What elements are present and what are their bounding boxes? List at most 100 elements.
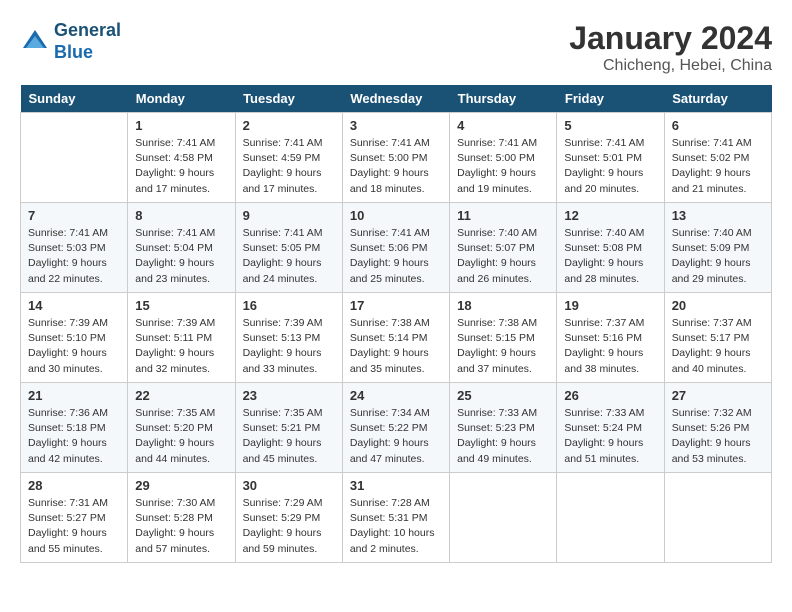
day-info: Sunrise: 7:37 AMSunset: 5:17 PMDaylight:… [672, 316, 764, 377]
day-info: Sunrise: 7:41 AMSunset: 5:05 PMDaylight:… [243, 226, 335, 287]
day-info: Sunrise: 7:28 AMSunset: 5:31 PMDaylight:… [350, 496, 442, 557]
day-number: 29 [135, 478, 227, 493]
day-header-monday: Monday [128, 85, 235, 113]
week-row-1: 1 Sunrise: 7:41 AMSunset: 4:58 PMDaylight… [21, 113, 772, 203]
day-header-wednesday: Wednesday [342, 85, 449, 113]
day-cell: 6Sunrise: 7:41 AMSunset: 5:02 PMDaylight… [664, 113, 771, 203]
day-cell: 29 Sunrise: 7:30 AMSunset: 5:28 PMDayligh… [128, 473, 235, 563]
day-info: Sunrise: 7:33 AMSunset: 5:24 PMDaylight:… [564, 406, 656, 467]
day-number: 31 [350, 478, 442, 493]
day-info: Sunrise: 7:39 AMSunset: 5:13 PMDaylight:… [243, 316, 335, 377]
calendar-table: SundayMondayTuesdayWednesdayThursdayFrid… [20, 85, 772, 563]
day-info: Sunrise: 7:38 AMSunset: 5:15 PMDaylight:… [457, 316, 549, 377]
day-number: 7 [28, 208, 120, 223]
header-row: SundayMondayTuesdayWednesdayThursdayFrid… [21, 85, 772, 113]
day-info: Sunrise: 7:36 AMSunset: 5:18 PMDaylight:… [28, 406, 120, 467]
day-cell [557, 473, 664, 563]
day-cell: 19 Sunrise: 7:37 AMSunset: 5:16 PMDayligh… [557, 293, 664, 383]
day-number: 30 [243, 478, 335, 493]
day-cell: 15Sunrise: 7:39 AMSunset: 5:11 PMDayligh… [128, 293, 235, 383]
day-cell: 9 Sunrise: 7:41 AMSunset: 5:05 PMDaylight… [235, 203, 342, 293]
day-cell: 28 Sunrise: 7:31 AMSunset: 5:27 PMDayligh… [21, 473, 128, 563]
day-number: 15 [135, 298, 227, 313]
day-number: 2 [243, 118, 335, 133]
day-cell: 31 Sunrise: 7:28 AMSunset: 5:31 PMDayligh… [342, 473, 449, 563]
day-cell: 21 Sunrise: 7:36 AMSunset: 5:18 PMDayligh… [21, 383, 128, 473]
day-cell: 1 Sunrise: 7:41 AMSunset: 4:58 PMDaylight… [128, 113, 235, 203]
day-number: 26 [564, 388, 656, 403]
day-cell [664, 473, 771, 563]
month-title: January 2024 [569, 20, 772, 57]
day-cell: 5Sunrise: 7:41 AMSunset: 5:01 PMDaylight… [557, 113, 664, 203]
day-cell: 20 Sunrise: 7:37 AMSunset: 5:17 PMDayligh… [664, 293, 771, 383]
day-cell: 18 Sunrise: 7:38 AMSunset: 5:15 PMDayligh… [450, 293, 557, 383]
week-row-5: 28 Sunrise: 7:31 AMSunset: 5:27 PMDayligh… [21, 473, 772, 563]
day-info: Sunrise: 7:41 AMSunset: 4:59 PMDaylight:… [243, 136, 335, 197]
day-cell: 27Sunrise: 7:32 AMSunset: 5:26 PMDayligh… [664, 383, 771, 473]
day-info: Sunrise: 7:35 AMSunset: 5:21 PMDaylight:… [243, 406, 335, 467]
day-number: 16 [243, 298, 335, 313]
day-info: Sunrise: 7:30 AMSunset: 5:28 PMDaylight:… [135, 496, 227, 557]
day-info: Sunrise: 7:41 AMSunset: 5:04 PMDaylight:… [135, 226, 227, 287]
day-number: 10 [350, 208, 442, 223]
day-cell [21, 113, 128, 203]
day-info: Sunrise: 7:37 AMSunset: 5:16 PMDaylight:… [564, 316, 656, 377]
day-cell: 8 Sunrise: 7:41 AMSunset: 5:04 PMDaylight… [128, 203, 235, 293]
day-cell: 23 Sunrise: 7:35 AMSunset: 5:21 PMDayligh… [235, 383, 342, 473]
day-number: 1 [135, 118, 227, 133]
day-number: 19 [564, 298, 656, 313]
day-info: Sunrise: 7:34 AMSunset: 5:22 PMDaylight:… [350, 406, 442, 467]
day-info: Sunrise: 7:40 AMSunset: 5:07 PMDaylight:… [457, 226, 549, 287]
day-number: 20 [672, 298, 764, 313]
day-info: Sunrise: 7:41 AMSunset: 4:58 PMDaylight:… [135, 136, 227, 197]
day-info: Sunrise: 7:40 AMSunset: 5:08 PMDaylight:… [564, 226, 656, 287]
day-cell: 25Sunrise: 7:33 AMSunset: 5:23 PMDayligh… [450, 383, 557, 473]
day-number: 28 [28, 478, 120, 493]
day-info: Sunrise: 7:41 AMSunset: 5:00 PMDaylight:… [350, 136, 442, 197]
day-number: 9 [243, 208, 335, 223]
day-cell: 4 Sunrise: 7:41 AMSunset: 5:00 PMDaylight… [450, 113, 557, 203]
week-row-3: 14Sunrise: 7:39 AMSunset: 5:10 PMDayligh… [21, 293, 772, 383]
day-info: Sunrise: 7:31 AMSunset: 5:27 PMDaylight:… [28, 496, 120, 557]
day-number: 4 [457, 118, 549, 133]
week-row-2: 7 Sunrise: 7:41 AMSunset: 5:03 PMDaylight… [21, 203, 772, 293]
day-cell: 7 Sunrise: 7:41 AMSunset: 5:03 PMDaylight… [21, 203, 128, 293]
day-cell: 11Sunrise: 7:40 AMSunset: 5:07 PMDayligh… [450, 203, 557, 293]
day-cell: 30Sunrise: 7:29 AMSunset: 5:29 PMDayligh… [235, 473, 342, 563]
day-info: Sunrise: 7:32 AMSunset: 5:26 PMDaylight:… [672, 406, 764, 467]
week-row-4: 21 Sunrise: 7:36 AMSunset: 5:18 PMDayligh… [21, 383, 772, 473]
day-cell: 2 Sunrise: 7:41 AMSunset: 4:59 PMDaylight… [235, 113, 342, 203]
day-number: 24 [350, 388, 442, 403]
day-header-sunday: Sunday [21, 85, 128, 113]
day-cell: 10Sunrise: 7:41 AMSunset: 5:06 PMDayligh… [342, 203, 449, 293]
day-header-thursday: Thursday [450, 85, 557, 113]
location-title: Chicheng, Hebei, China [569, 57, 772, 75]
day-cell: 24 Sunrise: 7:34 AMSunset: 5:22 PMDayligh… [342, 383, 449, 473]
day-info: Sunrise: 7:33 AMSunset: 5:23 PMDaylight:… [457, 406, 549, 467]
day-info: Sunrise: 7:41 AMSunset: 5:00 PMDaylight:… [457, 136, 549, 197]
logo-line1: General [54, 20, 121, 40]
day-header-friday: Friday [557, 85, 664, 113]
logo-icon [20, 27, 50, 57]
logo-line2: Blue [54, 42, 93, 62]
day-number: 23 [243, 388, 335, 403]
day-number: 22 [135, 388, 227, 403]
title-block: January 2024 Chicheng, Hebei, China [569, 20, 772, 75]
day-number: 14 [28, 298, 120, 313]
day-header-tuesday: Tuesday [235, 85, 342, 113]
day-cell: 26 Sunrise: 7:33 AMSunset: 5:24 PMDayligh… [557, 383, 664, 473]
day-cell: 12 Sunrise: 7:40 AMSunset: 5:08 PMDayligh… [557, 203, 664, 293]
day-number: 21 [28, 388, 120, 403]
day-info: Sunrise: 7:41 AMSunset: 5:02 PMDaylight:… [672, 136, 764, 197]
page-header: General Blue January 2024 Chicheng, Hebe… [20, 20, 772, 75]
day-number: 12 [564, 208, 656, 223]
day-info: Sunrise: 7:40 AMSunset: 5:09 PMDaylight:… [672, 226, 764, 287]
day-cell: 13 Sunrise: 7:40 AMSunset: 5:09 PMDayligh… [664, 203, 771, 293]
day-number: 18 [457, 298, 549, 313]
day-header-saturday: Saturday [664, 85, 771, 113]
day-number: 3 [350, 118, 442, 133]
day-number: 8 [135, 208, 227, 223]
day-info: Sunrise: 7:41 AMSunset: 5:03 PMDaylight:… [28, 226, 120, 287]
day-number: 13 [672, 208, 764, 223]
day-info: Sunrise: 7:35 AMSunset: 5:20 PMDaylight:… [135, 406, 227, 467]
